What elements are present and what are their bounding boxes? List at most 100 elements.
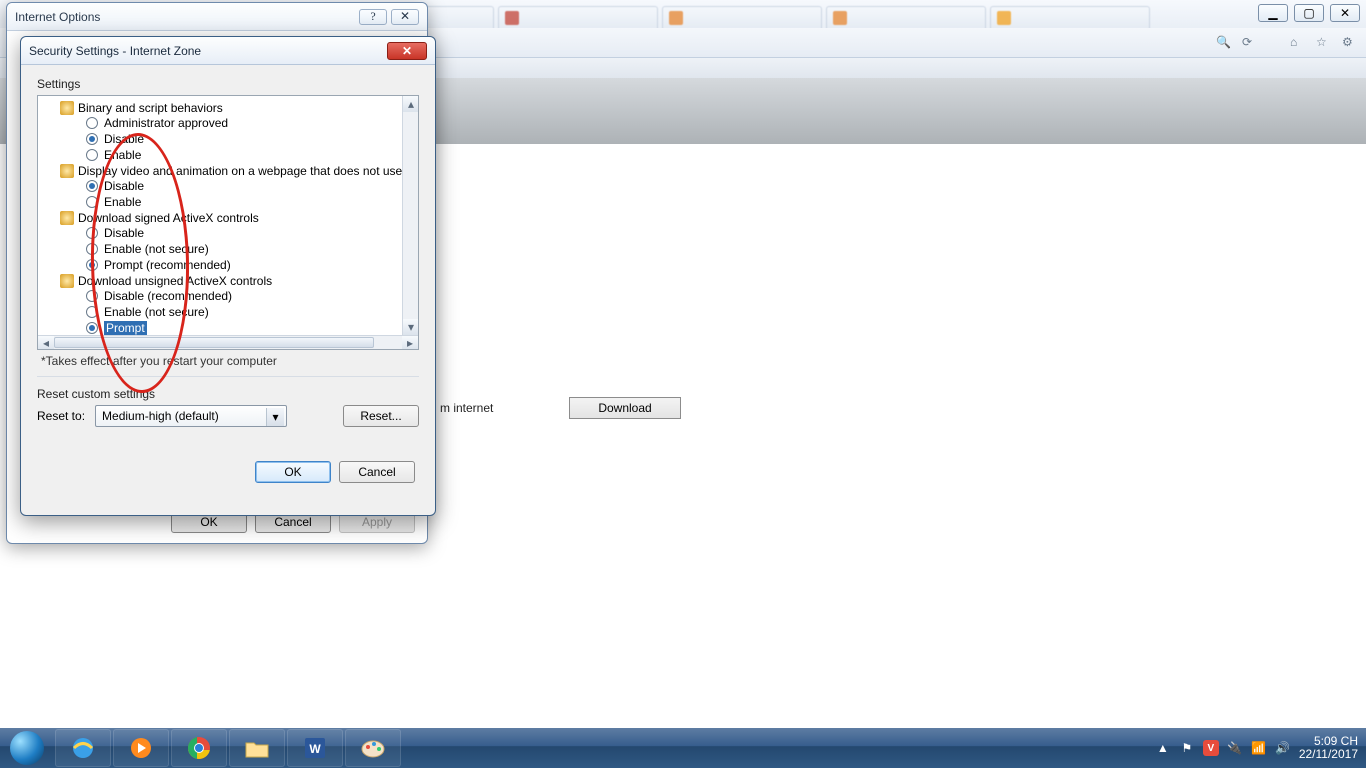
flag-icon[interactable]: ⚑ <box>1179 740 1195 756</box>
window-controls: ▁ ▢ ✕ <box>1258 4 1360 22</box>
folder-icon <box>244 737 270 759</box>
option-label: Enable <box>104 195 141 209</box>
taskbar: W ▲ ⚑ V 🔌 📶 🔊 5:09 CH 22/11/2017 <box>0 728 1366 768</box>
dialog-titlebar[interactable]: Internet Options ? ✕ <box>7 3 427 31</box>
download-button[interactable]: Download <box>569 397 681 419</box>
radio-option[interactable]: Prompt <box>86 320 416 336</box>
category-display-video: Display video and animation on a webpage… <box>60 164 416 178</box>
chrome-icon <box>186 735 212 761</box>
activex-icon <box>60 274 74 288</box>
ok-button[interactable]: OK <box>255 461 331 483</box>
start-button[interactable] <box>0 728 54 768</box>
taskbar-word[interactable]: W <box>287 729 343 767</box>
taskbar-chrome[interactable] <box>171 729 227 767</box>
taskbar-paint[interactable] <box>345 729 401 767</box>
volume-icon[interactable]: 🔊 <box>1275 740 1291 756</box>
search-icon[interactable]: 🔍 <box>1216 35 1232 51</box>
system-tray: ▲ ⚑ V 🔌 📶 🔊 5:09 CH 22/11/2017 <box>1155 735 1366 761</box>
taskbar-clock[interactable]: 5:09 CH 22/11/2017 <box>1299 735 1358 761</box>
gear-icon[interactable]: ⚙ <box>1342 35 1358 51</box>
scroll-thumb[interactable] <box>54 337 374 348</box>
paint-icon <box>360 737 386 759</box>
window-close[interactable]: ✕ <box>1330 4 1360 22</box>
network-icon[interactable]: 📶 <box>1251 740 1267 756</box>
mediaplayer-icon <box>128 735 154 761</box>
browser-tab[interactable] <box>498 6 658 30</box>
close-button[interactable]: ✕ <box>391 9 419 25</box>
category-download-signed: Download signed ActiveX controls <box>60 211 416 225</box>
radio-option[interactable]: Disable <box>86 131 416 147</box>
reset-level-combobox[interactable]: Medium-high (default) ▾ <box>95 405 287 427</box>
help-button[interactable]: ? <box>359 9 387 25</box>
option-label: Administrator approved <box>104 116 228 130</box>
taskbar-ie[interactable] <box>55 729 111 767</box>
activex-icon <box>60 101 74 115</box>
power-icon[interactable]: 🔌 <box>1227 740 1243 756</box>
dialog-titlebar[interactable]: Security Settings - Internet Zone ✕ <box>21 37 435 65</box>
combobox-value: Medium-high (default) <box>102 409 219 423</box>
category-download-unsigned: Download unsigned ActiveX controls <box>60 274 416 288</box>
option-label: Enable (not secure) <box>104 305 209 319</box>
window-minimize[interactable]: ▁ <box>1258 4 1288 22</box>
category-label: Download unsigned ActiveX controls <box>78 274 272 288</box>
activex-icon <box>60 211 74 225</box>
category-label: Display video and animation on a webpage… <box>78 164 402 178</box>
download-hint-text: m internet <box>440 401 493 415</box>
radio-option[interactable]: Enable <box>86 194 416 210</box>
browser-tab[interactable] <box>662 6 822 30</box>
star-icon[interactable]: ☆ <box>1316 35 1332 51</box>
settings-label: Settings <box>37 77 419 91</box>
security-settings-dialog: Security Settings - Internet Zone ✕ Sett… <box>20 36 436 516</box>
svg-text:W: W <box>309 742 321 756</box>
scroll-down-icon[interactable]: ▾ <box>403 319 419 335</box>
word-icon: W <box>302 735 328 761</box>
radio-option[interactable]: Enable <box>86 147 416 163</box>
category-binary-script: Binary and script behaviors <box>60 101 416 115</box>
close-button[interactable]: ✕ <box>387 42 427 60</box>
radio-option[interactable]: Administrator approved <box>86 115 416 131</box>
option-label: Disable <box>104 179 144 193</box>
refresh-icon[interactable]: ⟳ <box>1242 35 1258 51</box>
category-label: Binary and script behaviors <box>78 101 223 115</box>
radio-option[interactable]: Prompt (recommended) <box>86 257 416 273</box>
taskbar-mediaplayer[interactable] <box>113 729 169 767</box>
reset-button[interactable]: Reset... <box>343 405 419 427</box>
restart-note: *Takes effect after you restart your com… <box>41 354 419 368</box>
tray-show-hidden-icon[interactable]: ▲ <box>1155 740 1171 756</box>
radio-option[interactable]: Enable (not secure) <box>86 304 416 320</box>
option-label: Prompt (recommended) <box>104 258 231 272</box>
home-icon[interactable]: ⌂ <box>1290 35 1306 51</box>
browser-tab[interactable] <box>990 6 1150 30</box>
scrollbar-horizontal[interactable]: ◂▸ <box>38 335 418 349</box>
option-label: Prompt <box>104 321 147 335</box>
reset-group-label: Reset custom settings <box>37 387 419 401</box>
scrollbar-vertical[interactable]: ▴▾ <box>402 96 418 335</box>
reset-to-label: Reset to: <box>37 409 85 423</box>
scroll-left-icon[interactable]: ◂ <box>38 336 54 350</box>
ie-icon <box>70 735 96 761</box>
category-label: Download signed ActiveX controls <box>78 211 259 225</box>
cancel-button[interactable]: Cancel <box>339 461 415 483</box>
activex-icon <box>60 164 74 178</box>
taskbar-explorer[interactable] <box>229 729 285 767</box>
option-label: Enable <box>104 148 141 162</box>
dialog-title: Security Settings - Internet Zone <box>29 44 201 58</box>
scroll-up-icon[interactable]: ▴ <box>403 96 419 112</box>
window-maximize[interactable]: ▢ <box>1294 4 1324 22</box>
radio-option[interactable]: Disable (recommended) <box>86 288 416 304</box>
radio-option[interactable]: Enable (not secure) <box>86 241 416 257</box>
scroll-right-icon[interactable]: ▸ <box>402 336 418 350</box>
windows-orb-icon <box>10 731 44 765</box>
option-label: Enable (not secure) <box>104 242 209 256</box>
option-label: Disable <box>104 226 144 240</box>
dialog-title: Internet Options <box>15 10 100 24</box>
option-label: Disable (recommended) <box>104 289 232 303</box>
app-v-icon[interactable]: V <box>1203 740 1219 756</box>
clock-date: 22/11/2017 <box>1299 748 1358 761</box>
browser-tab[interactable] <box>826 6 986 30</box>
option-label: Disable <box>104 132 144 146</box>
radio-option[interactable]: Disable <box>86 225 416 241</box>
settings-tree: Binary and script behaviors Administrato… <box>37 95 419 350</box>
radio-option[interactable]: Disable <box>86 178 416 194</box>
chevron-down-icon[interactable]: ▾ <box>266 408 284 426</box>
